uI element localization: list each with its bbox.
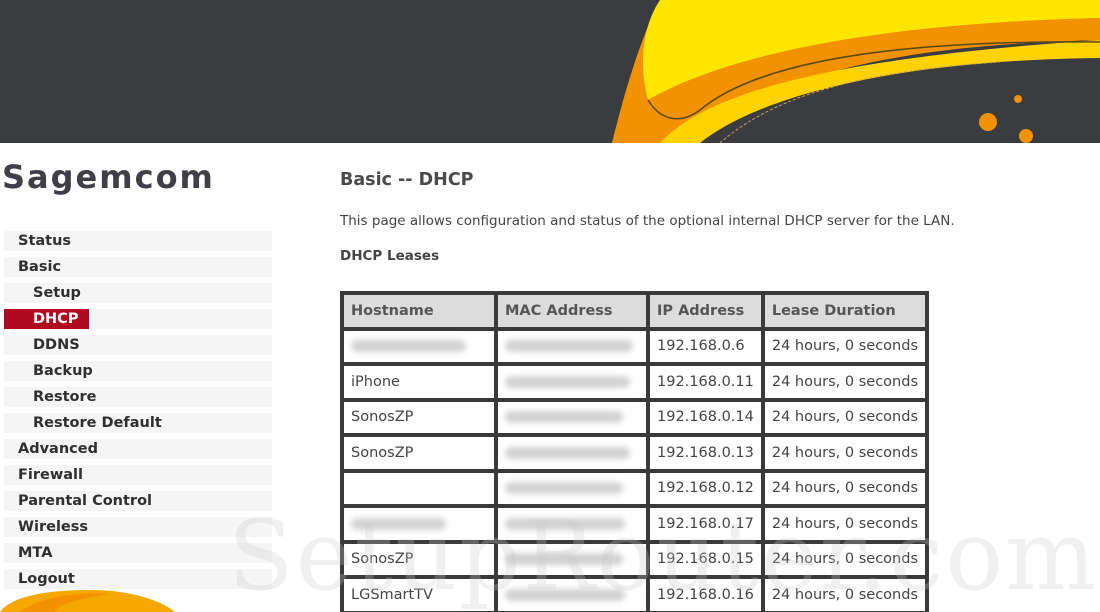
sagemcom-logo: Sagemcom xyxy=(2,158,215,198)
redacted-mac-address xyxy=(505,340,633,353)
redacted-mac-address xyxy=(505,482,623,495)
sidebar-item-ddns[interactable]: DDNS xyxy=(4,335,272,355)
cell-ip-address: 192.168.0.6 xyxy=(648,328,763,364)
table-row: SonosZP 192.168.0.14 24 hours, 0 seconds xyxy=(342,399,928,435)
cell-hostname: LGSmartTV xyxy=(342,577,496,612)
cell-hostname xyxy=(342,328,496,364)
sidebar-item-dhcp[interactable]: DHCP xyxy=(4,309,272,329)
redacted-mac-address xyxy=(505,588,625,601)
dhcp-leases-table: Hostname MAC Address IP Address Lease Du… xyxy=(340,291,930,612)
cell-mac-address xyxy=(496,577,648,612)
header-mac-address: MAC Address xyxy=(496,293,648,329)
cell-mac-address xyxy=(496,399,648,435)
sidebar-item-logout[interactable]: Logout xyxy=(4,569,272,589)
sidebar-nav: Status Basic Setup DHCP DDNS Backup Restore Res… xyxy=(4,231,272,595)
cell-ip-address: 192.168.0.12 xyxy=(648,470,763,506)
cell-lease-duration: 24 hours, 0 seconds xyxy=(762,577,928,612)
table-row: SonosZP 192.168.0.15 24 hours, 0 seconds xyxy=(342,541,928,577)
sidebar-item-advanced[interactable]: Advanced xyxy=(4,439,272,459)
cell-mac-address xyxy=(496,435,648,471)
table-row: iPhone 192.168.0.11 24 hours, 0 seconds xyxy=(342,364,928,400)
dhcp-leases-title: DHCP Leases xyxy=(340,248,440,264)
cell-mac-address xyxy=(496,364,648,400)
footer-swoosh-graphic xyxy=(0,588,200,612)
sidebar-item-backup[interactable]: Backup xyxy=(4,361,272,381)
sidebar-item-restore[interactable]: Restore xyxy=(4,387,272,407)
cell-ip-address: 192.168.0.13 xyxy=(648,435,763,471)
cell-ip-address: 192.168.0.15 xyxy=(648,541,763,577)
redacted-mac-address xyxy=(505,553,623,566)
sidebar-item-setup[interactable]: Setup xyxy=(4,283,272,303)
redacted-mac-address xyxy=(505,375,630,388)
cell-hostname xyxy=(342,470,496,506)
sidebar-item-parental-control[interactable]: Parental Control xyxy=(4,491,272,511)
page-title: Basic -- DHCP xyxy=(340,170,474,190)
cell-ip-address: 192.168.0.17 xyxy=(648,506,763,542)
cell-mac-address xyxy=(496,506,648,542)
cell-ip-address: 192.168.0.14 xyxy=(648,399,763,435)
cell-lease-duration: 24 hours, 0 seconds xyxy=(762,435,928,471)
header-hostname: Hostname xyxy=(342,293,496,329)
cell-lease-duration: 24 hours, 0 seconds xyxy=(762,364,928,400)
banner-swoosh-graphic xyxy=(612,0,1100,143)
table-header-row: Hostname MAC Address IP Address Lease Du… xyxy=(342,293,928,329)
cell-lease-duration: 24 hours, 0 seconds xyxy=(762,541,928,577)
redacted-mac-address xyxy=(505,411,623,424)
redacted-hostname xyxy=(351,340,466,353)
table-row: 192.168.0.12 24 hours, 0 seconds xyxy=(342,470,928,506)
cell-hostname: SonosZP xyxy=(342,399,496,435)
cell-lease-duration: 24 hours, 0 seconds xyxy=(762,506,928,542)
cell-hostname: SonosZP xyxy=(342,541,496,577)
cell-mac-address xyxy=(496,470,648,506)
cell-lease-duration: 24 hours, 0 seconds xyxy=(762,399,928,435)
sidebar-item-restore-default[interactable]: Restore Default xyxy=(4,413,272,433)
cell-lease-duration: 24 hours, 0 seconds xyxy=(762,470,928,506)
sidebar-item-basic[interactable]: Basic xyxy=(4,257,272,277)
header-ip-address: IP Address xyxy=(648,293,763,329)
table-row: 192.168.0.17 24 hours, 0 seconds xyxy=(342,506,928,542)
cell-ip-address: 192.168.0.16 xyxy=(648,577,763,612)
table-row: SonosZP 192.168.0.13 24 hours, 0 seconds xyxy=(342,435,928,471)
redacted-hostname xyxy=(351,517,446,530)
redacted-mac-address xyxy=(505,517,625,530)
header-lease-duration: Lease Duration xyxy=(762,293,928,329)
redacted-mac-address xyxy=(505,446,630,459)
sidebar-item-mta[interactable]: MTA xyxy=(4,543,272,563)
cell-ip-address: 192.168.0.11 xyxy=(648,364,763,400)
sidebar-item-status[interactable]: Status xyxy=(4,231,272,251)
table-row: 192.168.0.6 24 hours, 0 seconds xyxy=(342,328,928,364)
cell-hostname: SonosZP xyxy=(342,435,496,471)
cell-mac-address xyxy=(496,541,648,577)
table-row: LGSmartTV 192.168.0.16 24 hours, 0 seconds xyxy=(342,577,928,612)
logo-text: Sagemcom xyxy=(2,158,215,196)
cell-mac-address xyxy=(496,328,648,364)
cell-hostname xyxy=(342,506,496,542)
header-banner xyxy=(0,0,1100,143)
main-content: Basic -- DHCP This page allows configura… xyxy=(340,170,1080,612)
sidebar-item-wireless[interactable]: Wireless xyxy=(4,517,272,537)
cell-hostname: iPhone xyxy=(342,364,496,400)
sidebar-item-firewall[interactable]: Firewall xyxy=(4,465,272,485)
cell-lease-duration: 24 hours, 0 seconds xyxy=(762,328,928,364)
page-description: This page allows configuration and statu… xyxy=(340,213,955,229)
